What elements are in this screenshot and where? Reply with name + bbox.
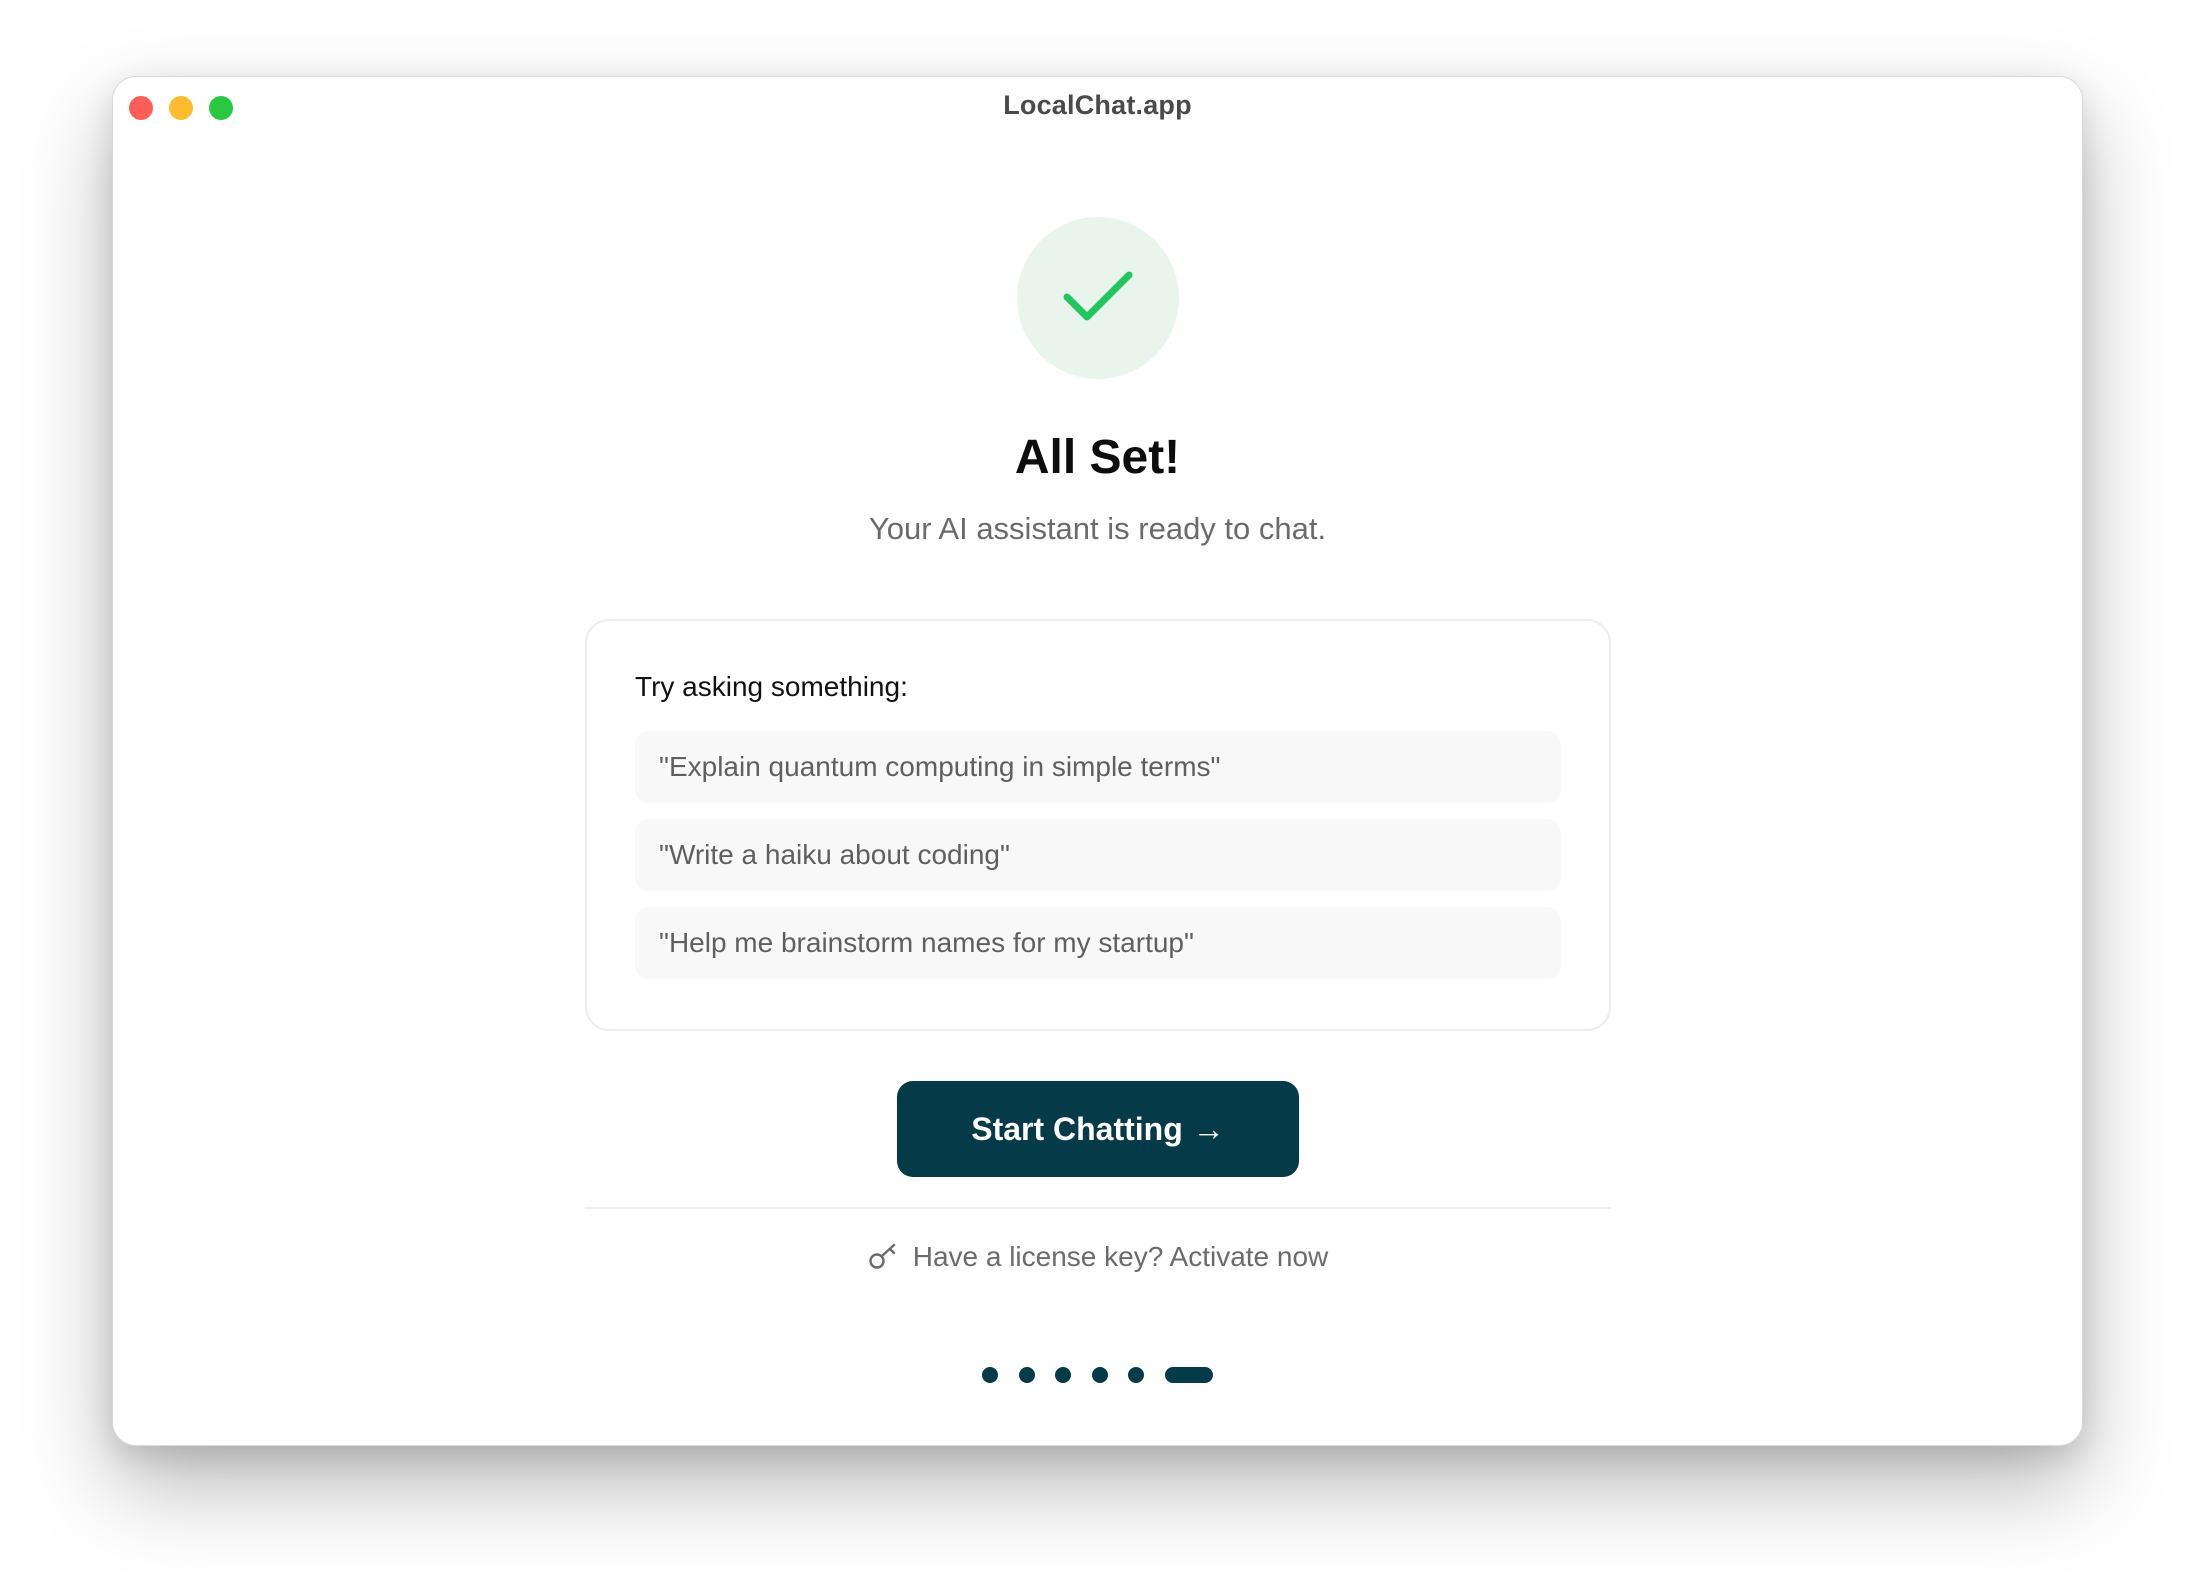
suggestion-item[interactable]: "Help me brainstorm names for my startup… (635, 907, 1561, 979)
step-dot (982, 1366, 999, 1383)
suggestions-card: Try asking something: "Explain quantum c… (585, 619, 1611, 1031)
arrow-right-icon: → (1192, 1111, 1225, 1147)
page-title: All Set! (1014, 431, 1181, 484)
step-dot (1091, 1366, 1108, 1383)
success-badge (1017, 217, 1179, 379)
step-dot (1128, 1366, 1145, 1383)
suggestion-item[interactable]: "Explain quantum computing in simple ter… (635, 731, 1561, 803)
page-subtitle: Your AI assistant is ready to chat. (868, 511, 1327, 546)
onboarding-complete-screen: All Set! Your AI assistant is ready to c… (113, 77, 2082, 1445)
start-chatting-label: Start Chatting (971, 1111, 1183, 1147)
suggestion-item[interactable]: "Write a haiku about coding" (635, 819, 1561, 891)
step-indicator (113, 1366, 2082, 1384)
step-dot (1018, 1366, 1035, 1383)
divider (585, 1207, 1611, 1209)
step-dot-active (1164, 1366, 1213, 1383)
suggestions-title: Try asking something: (635, 671, 908, 702)
activate-license-link[interactable]: Have a license key? Activate now (113, 1241, 2082, 1273)
desktop-background: LocalChat.app All Set! Your AI assistant… (0, 0, 2188, 1590)
checkmark-icon (1063, 271, 1133, 321)
key-icon (869, 1243, 895, 1269)
step-dot (1055, 1366, 1072, 1383)
license-text: Have a license key? Activate now (912, 1241, 1329, 1272)
start-chatting-button[interactable]: Start Chatting → (897, 1081, 1299, 1177)
app-window: LocalChat.app All Set! Your AI assistant… (112, 76, 2083, 1446)
